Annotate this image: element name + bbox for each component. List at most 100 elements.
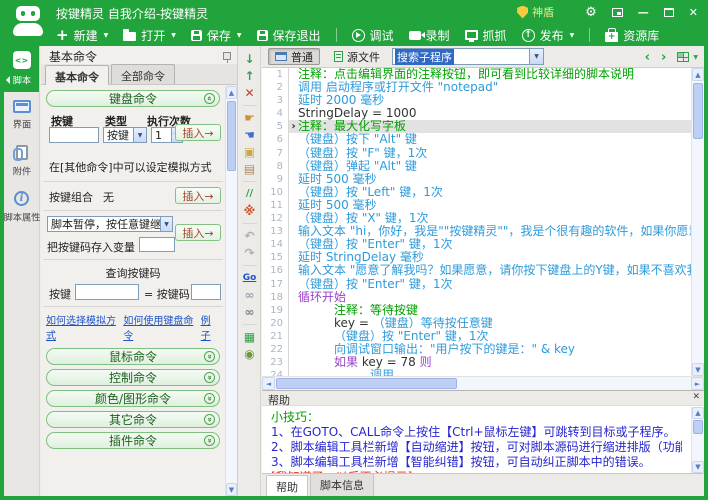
find-next-icon[interactable]: ∞ (245, 304, 255, 321)
code-line[interactable]: 8（键盘）弹起 "Alt" 键 (262, 160, 691, 173)
code-line[interactable]: 15延时 StringDelay 毫秒 (262, 251, 691, 264)
code-line[interactable]: 12（键盘）按 "X" 键，1次 (262, 212, 691, 225)
code-line[interactable]: 4StringDelay = 1000 (262, 107, 691, 120)
uncomment-icon[interactable]: ※ (244, 203, 256, 220)
expand-icon[interactable]: « (204, 351, 215, 362)
scroll-thumb[interactable] (227, 101, 236, 171)
key-input[interactable] (49, 127, 99, 143)
comment-icon[interactable]: // (246, 186, 253, 203)
code-line[interactable]: 7（键盘）按 "F" 键，1次 (262, 147, 691, 160)
publish-button[interactable]: ↑发布▼ (522, 27, 575, 44)
scroll-thumb[interactable] (276, 378, 457, 389)
tab-help[interactable]: 帮助 (266, 475, 308, 496)
scroll-up-icon[interactable]: ▲ (226, 86, 237, 99)
section-keyboard-commands[interactable]: 键盘命令 « (46, 90, 220, 107)
scroll-up-icon[interactable]: ▲ (692, 407, 704, 419)
pause-select[interactable]: 脚本暂停，按任意键继续▼ (47, 216, 173, 232)
chevron-down-icon[interactable]: ▼ (133, 128, 146, 142)
capture-button[interactable]: 抓抓 (465, 27, 507, 44)
code-line[interactable]: 17（键盘）按 "Enter" 键，1次 (262, 278, 691, 291)
delete-line-icon[interactable]: ✕ (244, 85, 254, 102)
panel-collapse-handle[interactable] (4, 68, 11, 92)
expand-icon[interactable]: « (204, 414, 215, 425)
code-line[interactable]: 18循环开始 (262, 291, 691, 304)
scroll-down-icon[interactable]: ▼ (226, 483, 237, 496)
move-line-up-icon[interactable]: ↑ (244, 68, 254, 85)
scroll-down-icon[interactable]: ▼ (692, 461, 704, 473)
code-line[interactable]: 22向调试窗口输出："用户按下的键是：" & key (262, 343, 691, 356)
scroll-up-icon[interactable]: ▲ (692, 68, 704, 81)
store-variable-input[interactable] (139, 237, 175, 252)
code-line[interactable]: 3延时 2000 毫秒 (262, 94, 691, 107)
insert-hand-icon[interactable]: ☛ (244, 110, 255, 127)
scroll-right-icon[interactable]: ► (691, 377, 704, 390)
sidebar-item-attachments[interactable]: 附件 (4, 138, 39, 184)
skin-icon[interactable] (612, 8, 623, 17)
code-line[interactable]: 21（键盘）按 "Enter" 键，1次 (262, 330, 691, 343)
scroll-thumb[interactable] (693, 420, 703, 434)
expand-icon[interactable]: « (204, 393, 215, 404)
query-code-input[interactable] (191, 284, 221, 300)
chevron-down-icon[interactable]: ▼ (529, 49, 543, 64)
nav-prev-icon[interactable]: ‹ (645, 51, 650, 64)
find-icon[interactable]: ∞ (245, 287, 255, 304)
type-select[interactable]: 按键▼ (103, 127, 147, 143)
scroll-thumb[interactable] (693, 83, 703, 139)
new-button[interactable]: +新建▼ (56, 27, 108, 44)
save-button[interactable]: 保存▼ (191, 27, 242, 44)
shield-badge[interactable]: 神盾 (517, 4, 554, 20)
scroll-down-icon[interactable]: ▼ (692, 363, 704, 376)
chevron-down-icon[interactable]: ▼ (160, 217, 172, 231)
syntax-check-icon[interactable]: ◉ (244, 346, 254, 363)
code-line[interactable]: 19注释：等待按键 (262, 304, 691, 317)
maximize-button[interactable] (664, 8, 674, 17)
resources-button[interactable]: +资源库 (605, 27, 659, 44)
sidebar-item-script-properties[interactable]: i 脚本属性 (4, 184, 39, 230)
link-use-keyboard-commands[interactable]: 如何使用键盘命令 (123, 312, 200, 342)
insert-key-button[interactable]: 插入→ (175, 124, 221, 141)
open-button[interactable]: 打开▼ (123, 27, 176, 44)
command-section[interactable]: 插件命令« (46, 432, 220, 449)
editor-hscrollbar[interactable]: ◄ ► (262, 376, 704, 390)
command-section[interactable]: 控制命令« (46, 369, 220, 386)
code-line[interactable]: 11延时 500 毫秒 (262, 199, 691, 212)
query-key-input[interactable] (75, 284, 139, 300)
code-line[interactable]: 16输入文本 "愿意了解我吗？如果愿意，请你按下键盘上的Y键，如果不喜欢我，那就… (262, 264, 691, 277)
code-line[interactable]: 1注释：点击编辑界面的注释按钮，即可看到比较详细的脚本说明 (262, 68, 691, 81)
modify-hand-icon[interactable]: ☚ (244, 127, 255, 144)
command-section[interactable]: 颜色/图形命令« (46, 390, 220, 407)
redo-icon[interactable]: ↷ (244, 245, 254, 262)
code-line[interactable]: 23如果 key = 78 则 (262, 356, 691, 369)
code-line[interactable]: 6（键盘）按下 "Alt" 键 (262, 133, 691, 146)
view-normal-button[interactable]: 普通 (268, 48, 320, 65)
code-line[interactable]: 9延时 500 毫秒 (262, 173, 691, 186)
tab-script-info[interactable]: 脚本信息 (310, 473, 374, 496)
nav-next-icon[interactable]: › (661, 51, 666, 64)
insert-combo-button[interactable]: 插入→ (175, 187, 221, 204)
code-line[interactable]: 13输入文本 "hi，你好，我是""按键精灵""，我是个很有趣的软件，如果你愿意… (262, 225, 691, 238)
expand-icon[interactable]: « (204, 372, 215, 383)
view-source-button[interactable]: 源文件 (328, 48, 386, 65)
command-section[interactable]: 鼠标命令« (46, 348, 220, 365)
code-line[interactable]: 5›注释：最大化写字板 (262, 120, 691, 133)
search-value[interactable]: 搜索子程序 (395, 49, 454, 65)
chevron-down-icon[interactable]: ▼ (171, 32, 176, 39)
debug-button[interactable]: 调试 (352, 27, 394, 44)
settings-gear-icon[interactable]: ⚙ (585, 6, 597, 19)
record-button[interactable]: 录制 (409, 27, 450, 44)
subroutine-search-combo[interactable]: 搜索子程序 ▼ (392, 48, 544, 65)
editor-vscrollbar[interactable]: ▲ ▼ (691, 68, 704, 376)
chevron-down-icon[interactable]: ▼ (237, 32, 242, 39)
tab-basic-commands[interactable]: 基本命令 (45, 65, 109, 85)
expand-icon[interactable]: « (204, 435, 215, 446)
minimize-button[interactable]: — (638, 7, 649, 18)
chevron-down-icon[interactable]: ▼ (570, 32, 575, 39)
close-button[interactable]: ✕ (689, 7, 698, 18)
code-line[interactable]: 10（键盘）按 "Left" 键，1次 (262, 186, 691, 199)
chevron-down-icon[interactable]: ▼ (104, 32, 109, 39)
command-section[interactable]: 其它命令« (46, 411, 220, 428)
combo-value[interactable]: 无 (103, 189, 114, 205)
insert-pause-button[interactable]: 插入→ (175, 224, 221, 241)
link-choose-simulation[interactable]: 如何选择模拟方式 (46, 312, 123, 342)
code-lines[interactable]: 1注释：点击编辑界面的注释按钮，即可看到比较详细的脚本说明2调用 启动程序或打开… (262, 68, 691, 376)
